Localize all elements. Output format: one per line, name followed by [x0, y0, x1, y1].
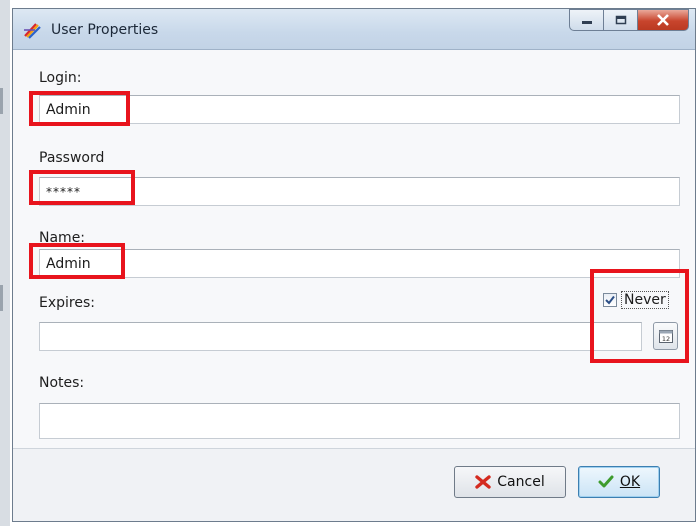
expires-field[interactable]	[39, 322, 642, 351]
login-field[interactable]: Admin	[39, 95, 680, 124]
cancel-label: Cancel	[497, 474, 545, 490]
never-highlight-box	[590, 269, 689, 363]
desktop-edge-mark	[0, 285, 3, 311]
ok-label: OK	[619, 474, 641, 490]
close-button[interactable]	[637, 9, 689, 31]
ok-button[interactable]: OK	[578, 466, 660, 498]
cancel-button[interactable]: Cancel	[454, 466, 566, 498]
name-field[interactable]: Admin	[39, 249, 680, 278]
minimize-icon	[581, 21, 592, 24]
desktop-edge	[0, 0, 10, 526]
window-title: User Properties	[51, 22, 159, 38]
notes-field[interactable]	[39, 403, 680, 439]
login-highlight-box	[29, 91, 130, 126]
expires-label: Expires:	[39, 295, 95, 311]
desktop-edge-mark	[0, 88, 3, 114]
minimize-button[interactable]	[569, 9, 603, 31]
maximize-button[interactable]	[603, 9, 637, 31]
red-x-icon	[475, 475, 491, 489]
password-highlight-box	[29, 170, 135, 205]
login-label: Login:	[39, 70, 82, 86]
green-check-icon	[598, 475, 614, 489]
window-controls	[569, 9, 689, 33]
name-highlight-box	[29, 243, 125, 279]
title-bar[interactable]: User Properties	[13, 9, 695, 50]
close-icon	[657, 14, 669, 26]
password-label: Password	[39, 150, 105, 166]
maximize-icon	[615, 15, 626, 25]
dialog-footer: Cancel OK	[13, 449, 695, 521]
app-logo-icon	[24, 23, 41, 39]
notes-label: Notes:	[39, 375, 85, 391]
password-field[interactable]: *****	[39, 177, 680, 206]
